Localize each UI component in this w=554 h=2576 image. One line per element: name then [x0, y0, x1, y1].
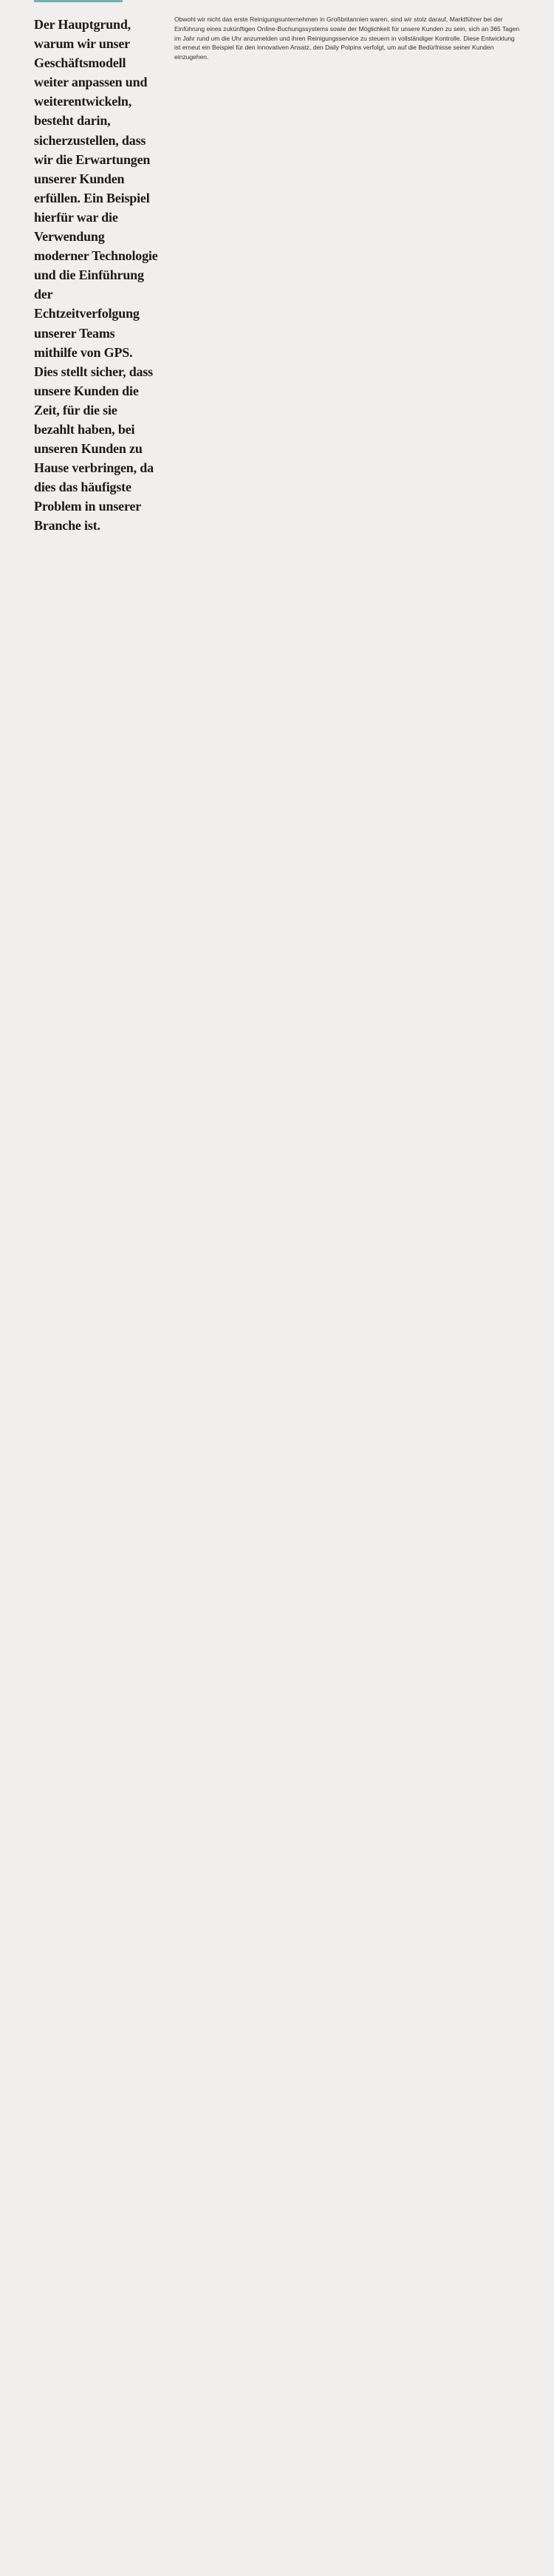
top-border-accent	[34, 0, 123, 2]
right-column: Obwohl wir nicht das erste Reinigungsunt…	[174, 15, 520, 62]
main-body-text: Der Hauptgrund, warum wir unser Geschäft…	[34, 15, 160, 536]
main-content-area: Der Hauptgrund, warum wir unser Geschäft…	[0, 0, 554, 565]
page-container: Der Hauptgrund, warum wir unser Geschäft…	[0, 0, 554, 2576]
side-body-text: Obwohl wir nicht das erste Reinigungsunt…	[174, 15, 520, 62]
left-column: Der Hauptgrund, warum wir unser Geschäft…	[34, 15, 160, 536]
